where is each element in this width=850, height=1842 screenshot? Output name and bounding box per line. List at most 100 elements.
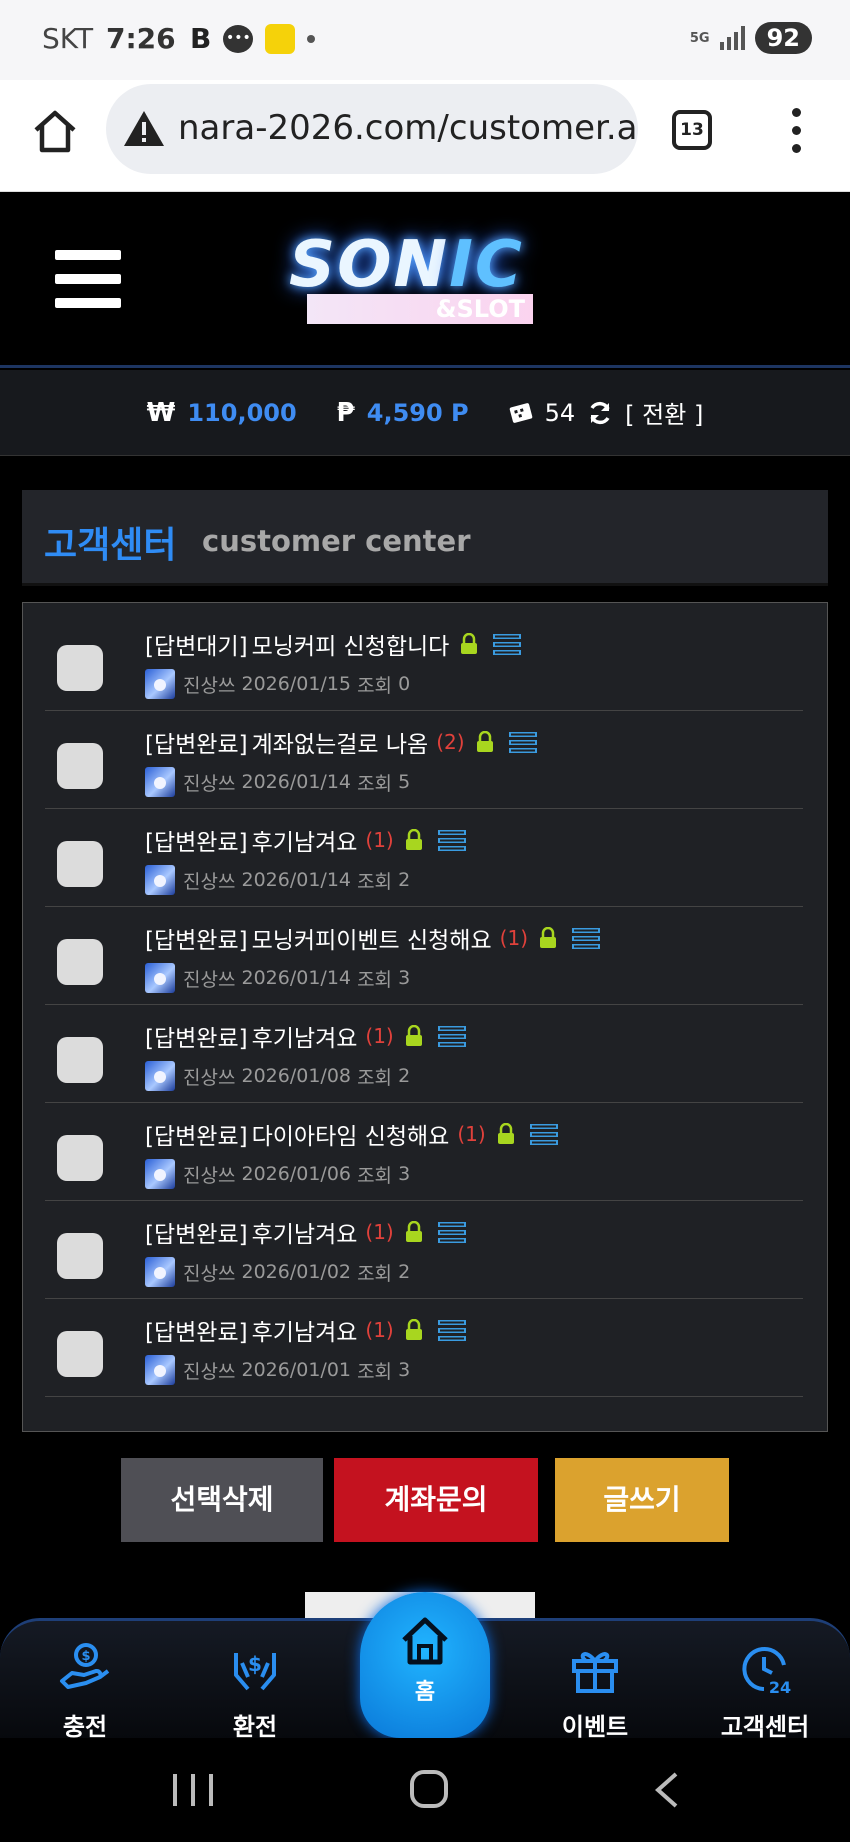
write-button[interactable]: 글쓰기 xyxy=(555,1458,729,1542)
post-author: 진상쓰 xyxy=(183,772,236,795)
lock-icon xyxy=(497,1123,514,1144)
post-author: 진상쓰 xyxy=(183,674,236,697)
nav-deposit-label: 충전 xyxy=(62,1713,108,1741)
post-date: 2026/01/14 xyxy=(241,771,352,793)
list-item[interactable]: [답변대기] 모닝커피 신청합니다 진상쓰 2026/01/15 조회 0 xyxy=(45,613,803,711)
post-title-text[interactable]: 후기남겨요 xyxy=(252,1313,358,1347)
select-checkbox[interactable] xyxy=(57,1135,103,1181)
coupon-count: 54 xyxy=(544,398,576,427)
nav-withdraw-label: 환전 xyxy=(232,1713,278,1741)
lock-icon xyxy=(405,829,422,850)
hamburger-menu-icon[interactable] xyxy=(55,250,121,310)
site-logo[interactable]: SONIC &SLOT xyxy=(285,228,575,338)
post-title[interactable]: [답변완료] 후기남겨요 (1) xyxy=(145,1019,466,1053)
lock-icon xyxy=(461,633,478,654)
select-checkbox[interactable] xyxy=(57,841,103,887)
avatar xyxy=(145,767,175,797)
post-title-text[interactable]: 후기남겨요 xyxy=(252,823,358,857)
post-date: 2026/01/02 xyxy=(241,1261,352,1283)
select-checkbox[interactable] xyxy=(57,1331,103,1377)
post-title[interactable]: [답변완료] 후기남겨요 (1) xyxy=(145,823,466,857)
views-label: 조회 xyxy=(357,1360,393,1383)
list-item[interactable]: [답변완료] 후기남겨요 (1) 진상쓰 2026/01/01 조회 3 xyxy=(45,1299,803,1397)
views-label: 조회 xyxy=(357,1164,393,1187)
b-app-icon: B xyxy=(190,22,212,55)
views-label: 조회 xyxy=(357,674,393,697)
lock-icon xyxy=(405,1221,422,1242)
post-views: 2 xyxy=(398,1065,411,1087)
switch-button[interactable]: [ 전환 ] xyxy=(625,395,703,430)
address-bar[interactable]: nara-2026.com/customer.asp xyxy=(106,84,638,174)
point-icon: ₱ xyxy=(336,397,355,428)
post-title-text[interactable]: 모닝커피이벤트 신청해요 xyxy=(252,921,492,955)
reply-count: (1) xyxy=(365,828,394,852)
post-title-text[interactable]: 계좌없는걸로 나옴 xyxy=(252,725,429,759)
list-icon xyxy=(437,830,466,851)
browser-home-icon[interactable] xyxy=(30,106,80,156)
nav-event-label: 이벤트 xyxy=(561,1713,629,1741)
select-checkbox[interactable] xyxy=(57,1037,103,1083)
lock-icon xyxy=(476,731,493,752)
select-checkbox[interactable] xyxy=(57,645,103,691)
post-title[interactable]: [답변완료] 계좌없는걸로 나옴 (2) xyxy=(145,725,537,759)
logo-main-text: SONIC xyxy=(289,228,524,302)
avatar xyxy=(145,669,175,699)
back-icon[interactable] xyxy=(652,1772,682,1808)
post-date: 2026/01/06 xyxy=(241,1163,352,1185)
list-item[interactable]: [답변완료] 계좌없는걸로 나옴 (2) 진상쓰 2026/01/14 조회 5 xyxy=(45,711,803,809)
list-item[interactable]: [답변완료] 다이아타임 신청해요 (1) 진상쓰 2026/01/06 조회 … xyxy=(45,1103,803,1201)
network-type: 5G xyxy=(689,30,710,46)
nav-home[interactable]: 홈 xyxy=(360,1592,490,1738)
post-title[interactable]: [답변완료] 다이아타임 신청해요 (1) xyxy=(145,1117,558,1151)
post-title[interactable]: [답변대기] 모닝커피 신청합니다 xyxy=(145,627,522,661)
recent-apps-icon[interactable] xyxy=(173,1774,213,1806)
warning-icon[interactable] xyxy=(122,108,166,148)
post-title-text[interactable]: 후기남겨요 xyxy=(252,1019,358,1053)
post-meta: 진상쓰 2026/01/14 조회 2 xyxy=(145,865,410,895)
dot-icon xyxy=(307,34,316,43)
nav-withdraw[interactable]: $ 환전 xyxy=(185,1641,325,1742)
post-title[interactable]: [답변완료] 후기남겨요 (1) xyxy=(145,1313,466,1347)
avatar xyxy=(145,963,175,993)
post-date: 2026/01/14 xyxy=(241,869,352,891)
lock-icon xyxy=(405,1319,422,1340)
deposit-icon: $ xyxy=(60,1643,110,1689)
list-item[interactable]: [답변완료] 후기남겨요 (1) 진상쓰 2026/01/14 조회 2 xyxy=(45,809,803,907)
browser-menu-icon[interactable] xyxy=(790,108,802,154)
post-list: [답변대기] 모닝커피 신청합니다 진상쓰 2026/01/15 조회 0 [답… xyxy=(22,602,828,1432)
list-item[interactable]: [답변완료] 모닝커피이벤트 신청해요 (1) 진상쓰 2026/01/14 조… xyxy=(45,907,803,1005)
post-meta: 진상쓰 2026/01/02 조회 2 xyxy=(145,1257,410,1287)
post-views: 3 xyxy=(398,967,411,989)
svg-text:24: 24 xyxy=(769,1678,791,1697)
post-date: 2026/01/08 xyxy=(241,1065,352,1087)
select-checkbox[interactable] xyxy=(57,743,103,789)
post-author: 진상쓰 xyxy=(183,1262,236,1285)
list-item[interactable]: [답변완료] 후기남겨요 (1) 진상쓰 2026/01/08 조회 2 xyxy=(45,1005,803,1103)
nav-support[interactable]: 24 고객센터 xyxy=(695,1641,835,1742)
post-title-text[interactable]: 모닝커피 신청합니다 xyxy=(252,627,450,661)
nav-deposit[interactable]: $ 충전 xyxy=(15,1641,155,1742)
reply-count: (2) xyxy=(436,730,465,754)
post-title[interactable]: [답변완료] 모닝커피이벤트 신청해요 (1) xyxy=(145,921,601,955)
nav-event[interactable]: 이벤트 xyxy=(525,1641,665,1742)
select-checkbox[interactable] xyxy=(57,939,103,985)
tab-switcher-button[interactable]: 13 xyxy=(672,110,712,150)
logo-sub-text: &SLOT xyxy=(307,294,533,324)
post-title-text[interactable]: 다이아타임 신청해요 xyxy=(252,1117,450,1151)
refresh-icon[interactable] xyxy=(587,400,613,426)
post-title-text[interactable]: 후기남겨요 xyxy=(252,1215,358,1249)
select-checkbox[interactable] xyxy=(57,1233,103,1279)
svg-text:$: $ xyxy=(248,1652,262,1676)
system-home-icon[interactable] xyxy=(410,1770,448,1808)
post-date: 2026/01/14 xyxy=(241,967,352,989)
reply-count: (1) xyxy=(365,1220,394,1244)
support-24-icon: 24 xyxy=(742,1647,791,1697)
url-text[interactable]: nara-2026.com/customer.asp xyxy=(178,108,638,148)
post-status: [답변완료] xyxy=(145,928,248,954)
point-balance: 4,590 P xyxy=(366,398,469,427)
avatar xyxy=(145,1061,175,1091)
list-item[interactable]: [답변완료] 후기남겨요 (1) 진상쓰 2026/01/02 조회 2 xyxy=(45,1201,803,1299)
post-title[interactable]: [답변완료] 후기남겨요 (1) xyxy=(145,1215,466,1249)
account-inquiry-button[interactable]: 계좌문의 xyxy=(334,1458,538,1542)
delete-selected-button[interactable]: 선택삭제 xyxy=(121,1458,323,1542)
